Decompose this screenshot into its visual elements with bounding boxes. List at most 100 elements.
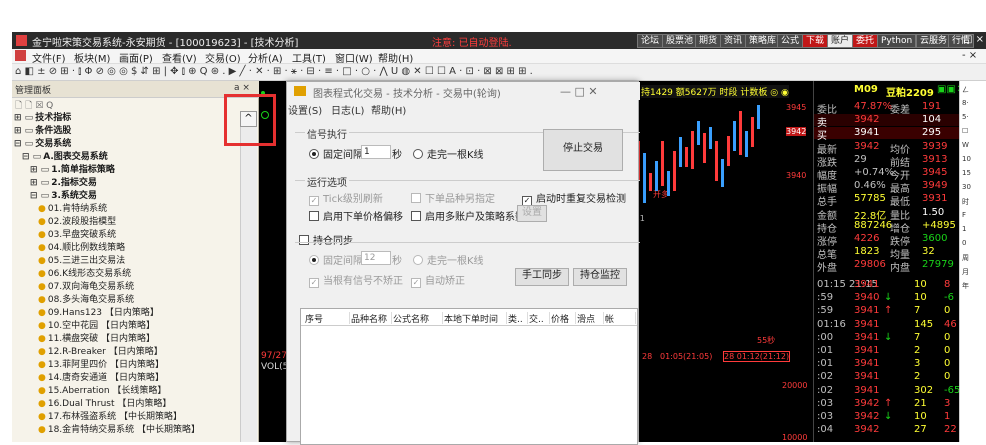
tree-node-icon[interactable]: ● xyxy=(38,360,46,370)
fixed-interval-radio[interactable]: 固定间隔 xyxy=(309,146,363,161)
menu-look[interactable]: 查看(V) xyxy=(162,50,197,65)
period-button[interactable]: W xyxy=(962,141,969,149)
title-btn-stock-pool[interactable]: 股票池 xyxy=(662,34,698,48)
tree-node-icon[interactable]: ● xyxy=(38,282,46,292)
tree-node-icon[interactable]: ● xyxy=(38,308,46,318)
period-button[interactable]: ☐ xyxy=(962,127,968,135)
period-button[interactable]: 时 xyxy=(962,197,969,207)
tree-node-icon[interactable]: ● xyxy=(38,217,46,227)
title-btn-download[interactable]: 下载 xyxy=(802,34,829,48)
period-button[interactable]: 5· xyxy=(962,113,969,121)
auto-correct-checkbox[interactable]: ✓ 自动矫正 xyxy=(411,272,465,288)
menubar-controls[interactable]: - × xyxy=(962,50,977,61)
sync-interval-input[interactable]: 12 xyxy=(361,250,395,265)
tree-node-icon[interactable]: ⊟ ▭ xyxy=(30,191,49,201)
tree-item[interactable]: ● 17.布林强盗系统 【中长期策略】 xyxy=(38,411,182,423)
tree-item[interactable]: ● 10.空中花园 【日内策略】 xyxy=(38,320,155,332)
stop-trading-button[interactable]: 停止交易 xyxy=(543,129,623,171)
col-order-time[interactable]: 本地下单时间 xyxy=(444,312,507,325)
settings-button[interactable]: 设置 xyxy=(517,205,547,222)
title-btn-strategy[interactable]: 策略库 xyxy=(745,34,781,48)
sync-fixed-radio[interactable]: 固定间隔 xyxy=(309,252,363,267)
tree-item[interactable]: ⊞ ▭ 条件选股 xyxy=(14,125,71,137)
period-button[interactable]: F xyxy=(962,211,966,219)
dialog-menu-settings[interactable]: 设置(S) xyxy=(288,102,322,117)
dialog-menu-help[interactable]: 帮助(H) xyxy=(371,102,406,117)
position-monitor-button[interactable]: 持仓监控 xyxy=(573,268,627,286)
panel-pin-close[interactable]: a × xyxy=(234,83,250,93)
period-button[interactable]: 0 xyxy=(962,239,966,247)
col-price[interactable]: 价格 xyxy=(551,312,576,325)
col-index[interactable]: 序号 xyxy=(305,312,350,325)
sync-kline-radio[interactable]: 走完一根K线 xyxy=(413,252,484,267)
position-sync-checkbox[interactable]: 持仓同步 xyxy=(299,232,353,247)
dialog-window-controls[interactable]: — □ ✕ xyxy=(560,85,598,98)
tree-item[interactable]: ⊟ ▭ A.图表交易系统 xyxy=(22,151,108,163)
col-trade[interactable]: 交.. xyxy=(529,312,550,325)
title-btn-order[interactable]: 委托 xyxy=(852,34,879,48)
tree-node-icon[interactable]: ● xyxy=(38,321,46,331)
period-button[interactable]: 8· xyxy=(962,99,969,107)
title-btn-news[interactable]: 资讯 xyxy=(720,34,747,48)
tree-node-icon[interactable]: ● xyxy=(38,334,46,344)
dialog-menu-log[interactable]: 日志(L) xyxy=(331,102,364,117)
tree-item[interactable]: ● 05.三进三出交易法 xyxy=(38,255,125,267)
tick-refresh-checkbox[interactable]: ✓ Tick级别刷新 xyxy=(309,190,383,206)
tree-node-icon[interactable]: ⊞ ▭ xyxy=(14,113,33,123)
col-slippage[interactable]: 滑点 xyxy=(577,312,604,325)
period-button[interactable]: 月 xyxy=(962,267,969,277)
window-controls[interactable]: - □ × xyxy=(956,34,984,45)
menu-file[interactable]: 文件(F) xyxy=(32,50,66,65)
tree-item[interactable]: ● 12.R-Breaker 【日内策略】 xyxy=(38,346,163,358)
menu-window[interactable]: 窗口(W) xyxy=(335,50,373,65)
col-type[interactable]: 类.. xyxy=(508,312,528,325)
tree-item[interactable]: ● 01.肯特纳系统 xyxy=(38,203,107,215)
title-btn-forum[interactable]: 论坛 xyxy=(637,34,664,48)
menu-analysis[interactable]: 分析(A) xyxy=(248,50,283,65)
period-button[interactable]: 年 xyxy=(962,281,969,291)
tree-item[interactable]: ⊞ ▭ 1.简单指标策略 xyxy=(30,164,115,176)
tree-item[interactable]: ⊞ ▭ 技术指标 xyxy=(14,112,71,124)
interval-input[interactable]: 1 xyxy=(361,144,395,159)
tree-item[interactable]: ● 08.多头海龟交易系统 xyxy=(38,294,134,306)
tree-item[interactable]: ● 16.Dual Thrust 【日内策略】 xyxy=(38,398,171,410)
tree-node-icon[interactable]: ● xyxy=(38,412,46,422)
no-correct-checkbox[interactable]: ✓ 当根有信号不矫正 xyxy=(309,272,403,288)
tree-item[interactable]: ● 07.双向海龟交易系统 xyxy=(38,281,134,293)
title-btn-cloud[interactable]: 云服务 xyxy=(916,34,952,48)
menu-view-screen[interactable]: 画面(P) xyxy=(119,50,153,65)
tree-node-icon[interactable]: ● xyxy=(38,347,46,357)
tree-node-icon[interactable]: ⊞ ▭ xyxy=(30,178,49,188)
tree-node-icon[interactable]: ⊟ ▭ xyxy=(14,139,33,149)
tree-item[interactable]: ● 11.横盘突破 【日内策略】 xyxy=(38,333,155,345)
period-button[interactable]: ㄥ xyxy=(962,85,969,95)
order-type-checkbox[interactable]: 下单品种另指定 xyxy=(411,190,495,205)
menu-tools[interactable]: 工具(T) xyxy=(292,50,326,65)
tree-node-icon[interactable]: ● xyxy=(38,243,46,253)
trade-table[interactable]: 序号 品种名称 公式名称 本地下单时间 类.. 交.. 价格 滑点 帐 xyxy=(300,308,638,445)
tree-node-icon[interactable]: ● xyxy=(38,373,46,383)
period-button[interactable]: 10 xyxy=(962,155,971,163)
menu-sector[interactable]: 板块(M) xyxy=(74,50,110,65)
toolbar-icons[interactable]: ⌂ ◧ ± ⊘ ⊞ · ⫾ Φ ⊘ ◎ ◎ $ ⇵ ⊞ | ✥ ⫾ ⊕ Q ⊛ … xyxy=(15,66,533,77)
col-symbol[interactable]: 品种名称 xyxy=(351,312,392,325)
tree-node-icon[interactable]: ● xyxy=(38,399,46,409)
tree-node-icon[interactable]: ● xyxy=(38,295,46,305)
tree-node-icon[interactable]: ⊞ ▭ xyxy=(30,165,49,175)
title-btn-futures[interactable]: 期货 xyxy=(695,34,722,48)
price-offset-checkbox[interactable]: 启用下单价格偏移 xyxy=(309,208,403,223)
per-kline-radio[interactable]: 走完一根K线 xyxy=(413,146,484,161)
tree-item[interactable]: ● 13.菲阿里四价 【日内策略】 xyxy=(38,359,164,371)
manual-sync-button[interactable]: 手工同步 xyxy=(515,268,569,286)
tree-item[interactable]: ⊟ ▭ 交易系统 xyxy=(14,138,71,150)
menu-trade[interactable]: 交易(O) xyxy=(205,50,241,65)
tree-node-icon[interactable]: ● xyxy=(38,230,46,240)
tree-item[interactable]: ● 03.早盘突破系统 xyxy=(38,229,116,241)
tree-node-icon[interactable]: ● xyxy=(38,386,46,396)
tree-node-icon[interactable]: ⊟ ▭ xyxy=(22,152,41,162)
tree-item[interactable]: ● 15.Aberration 【长线策略】 xyxy=(38,385,166,397)
title-btn-python[interactable]: Python xyxy=(877,34,917,48)
tree-item[interactable]: ● 14.唐奇安通道 【日内策略】 xyxy=(38,372,164,384)
col-account[interactable]: 帐 xyxy=(605,312,636,325)
title-btn-account[interactable]: 账户 xyxy=(827,34,854,48)
